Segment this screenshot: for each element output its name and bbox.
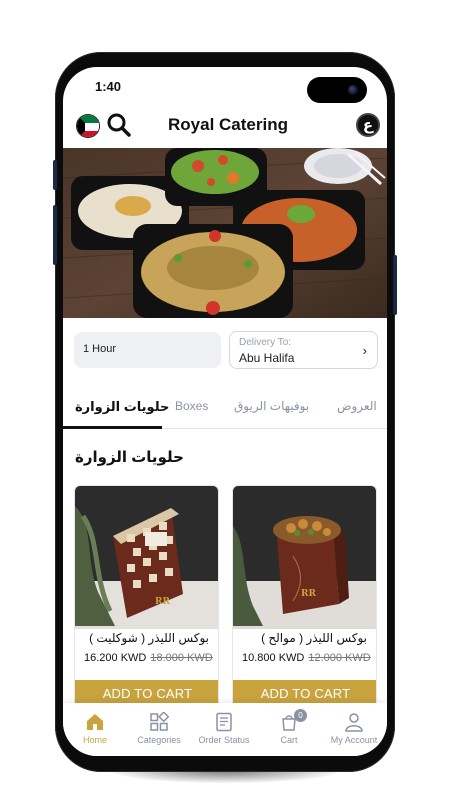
kuwait-flag-icon[interactable] [76, 114, 100, 138]
old-price: 12.000 KWD [308, 652, 371, 664]
device-side-button [53, 205, 57, 265]
delivery-label: Delivery To: [239, 337, 292, 348]
nav-order-status[interactable]: Order Status [192, 703, 256, 756]
product-name: بوكس الليذر ( شوكليت ) [89, 631, 209, 645]
product-card[interactable]: RR بوكس الليذر ( موالح ) 10.800 KWD 12.00… [232, 485, 377, 710]
tab-zwara-sweets[interactable]: حلويات الزوارة [75, 399, 169, 415]
product-image[interactable]: RR [75, 486, 218, 629]
tab-breakfast-buffets[interactable]: بوفيهات الريوق [234, 399, 309, 413]
nav-label: Cart [280, 735, 298, 745]
current-price: 16.200 KWD [84, 652, 147, 664]
active-tab-indicator [63, 426, 162, 429]
tab-boxes[interactable]: Boxes [175, 399, 208, 413]
tab-offers[interactable]: العروض [337, 399, 377, 413]
home-icon [87, 714, 103, 730]
search-icon[interactable] [106, 112, 132, 138]
app-header: Royal Catering ع [63, 107, 387, 147]
delivery-location-selector[interactable]: Delivery To: Abu Halifa › [229, 331, 378, 369]
nav-cart[interactable]: 0 Cart [257, 703, 321, 756]
cart-count-badge: 0 [294, 709, 307, 722]
nav-label: Categories [137, 735, 181, 745]
product-card[interactable]: RR بوكس الليذر ( شوكليت ) 16.200 KWD 18.0… [74, 485, 219, 710]
food-trays-image [63, 148, 387, 318]
status-bar: 1:40 [63, 67, 387, 107]
product-price: 10.800 KWD 12.000 KWD [242, 652, 372, 665]
nav-label: Order Status [198, 735, 250, 745]
hero-banner[interactable] [63, 148, 387, 318]
language-toggle-button[interactable]: ع [356, 113, 380, 137]
old-price: 18.000 KWD [150, 652, 213, 664]
product-image[interactable]: RR [233, 486, 376, 629]
svg-text:RR: RR [155, 597, 170, 607]
camera-cutout [307, 77, 367, 103]
current-price: 10.800 KWD [242, 652, 305, 664]
nav-label: Home [82, 735, 107, 745]
section-title: حلويات الزوارة [75, 449, 184, 466]
delivery-area: Abu Halifa [239, 351, 295, 365]
chevron-right-icon: › [362, 343, 367, 358]
order-status-icon [216, 712, 232, 732]
product-name: بوكس الليذر ( موالح ) [261, 631, 367, 645]
delivery-time-pill[interactable]: 1 Hour [74, 332, 221, 368]
nav-categories[interactable]: Categories [127, 703, 191, 756]
app-title: Royal Catering [168, 115, 288, 134]
delivery-time: 1 Hour [83, 343, 117, 355]
category-tabs: حلويات الزوارة Boxes بوفيهات الريوق العر… [63, 385, 387, 429]
account-icon [345, 713, 363, 732]
nav-label: My Account [330, 735, 378, 745]
categories-icon [150, 712, 169, 731]
nav-home[interactable]: Home [63, 703, 127, 756]
product-price: 16.200 KWD 18.000 KWD [84, 652, 214, 665]
device-side-button [53, 160, 57, 190]
app-screen: 1:40 Royal Catering ع 1 Hour Delivery To… [63, 67, 387, 756]
svg-text:RR: RR [301, 589, 316, 599]
device-side-button [393, 255, 397, 315]
status-time: 1:40 [95, 79, 122, 94]
bottom-navigation: Home Categories Order Status 0 Cart My A… [63, 703, 387, 756]
nav-my-account[interactable]: My Account [322, 703, 386, 756]
